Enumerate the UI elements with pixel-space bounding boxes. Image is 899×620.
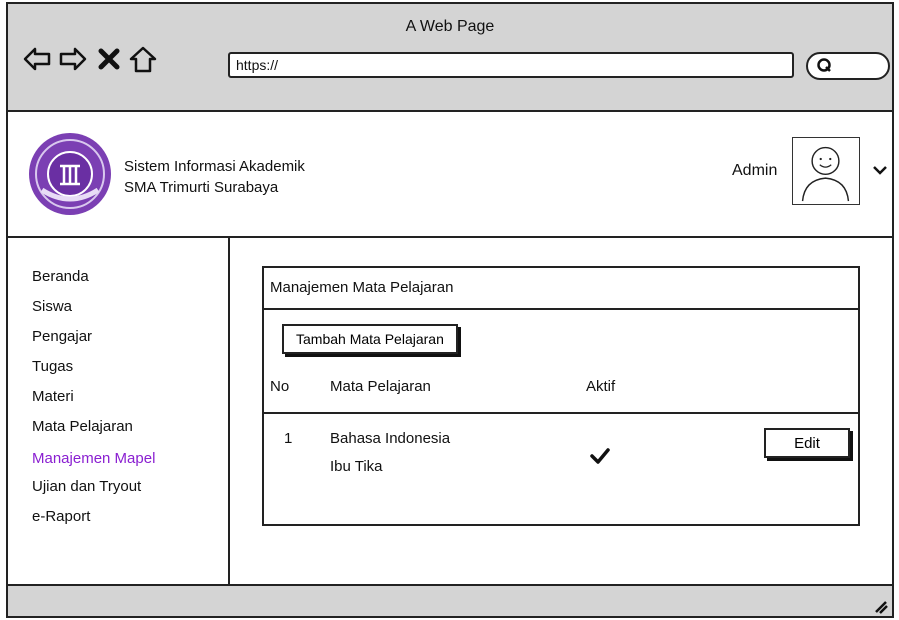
- checkmark-icon: [590, 448, 610, 464]
- app-name: Sistem Informasi Akademik SMA Trimurti S…: [124, 156, 305, 198]
- close-x-icon[interactable]: [94, 44, 124, 74]
- column-header-no: No: [270, 378, 290, 395]
- search-icon: [817, 58, 831, 72]
- forward-arrow-icon[interactable]: [58, 44, 88, 74]
- table-header-divider: [264, 412, 858, 414]
- browser-window: A Web Page https:// Sistem Informasi Aka…: [6, 2, 894, 618]
- sidebar-item-ujian-dan-tryout[interactable]: Ujian dan Tryout: [32, 478, 141, 495]
- app-name-line2: SMA Trimurti Surabaya: [124, 179, 279, 196]
- cell-teacher: Ibu Tika: [330, 458, 383, 475]
- user-name: Admin: [732, 162, 778, 179]
- cell-subject: Bahasa Indonesia: [330, 430, 451, 447]
- sidebar-item-beranda[interactable]: Beranda: [32, 268, 89, 285]
- sidebar-item-manajemen-mapel[interactable]: Manajemen Mapel: [32, 450, 155, 467]
- user-avatar-icon[interactable]: [792, 137, 860, 205]
- cell-no: 1: [284, 430, 293, 447]
- chevron-down-icon[interactable]: [870, 160, 890, 180]
- edit-button[interactable]: Edit: [764, 428, 850, 458]
- resize-handle-icon[interactable]: [868, 594, 888, 614]
- url-input[interactable]: https://: [228, 52, 794, 78]
- panel-title: Manajemen Mata Pelajaran: [264, 268, 858, 310]
- back-arrow-icon[interactable]: [22, 44, 52, 74]
- search-button[interactable]: [806, 52, 890, 80]
- sidebar-item-e-raport[interactable]: e-Raport: [32, 508, 90, 525]
- browser-status-bar: [8, 584, 892, 616]
- browser-toolbar: A Web Page https://: [8, 4, 892, 112]
- sidebar-item-tugas[interactable]: Tugas: [32, 358, 73, 375]
- add-subject-button[interactable]: Tambah Mata Pelajaran: [282, 324, 458, 354]
- home-icon[interactable]: [128, 44, 158, 74]
- column-header-subject: Mata Pelajaran: [330, 378, 431, 395]
- window-title: A Web Page: [405, 18, 495, 35]
- app-name-line1: Sistem Informasi Akademik: [124, 158, 305, 175]
- school-crest-icon: [29, 133, 111, 215]
- sidebar-item-materi[interactable]: Materi: [32, 388, 74, 405]
- subject-management-panel: Manajemen Mata Pelajaran Tambah Mata Pel…: [262, 266, 860, 526]
- sidebar: Beranda Siswa Pengajar Tugas Materi Mata…: [8, 238, 230, 584]
- column-header-active: Aktif: [586, 378, 616, 395]
- sidebar-item-mata-pelajaran[interactable]: Mata Pelajaran: [32, 418, 133, 435]
- site-header: Sistem Informasi Akademik SMA Trimurti S…: [8, 112, 892, 238]
- sidebar-item-siswa[interactable]: Siswa: [32, 298, 72, 315]
- sidebar-item-pengajar[interactable]: Pengajar: [32, 328, 92, 345]
